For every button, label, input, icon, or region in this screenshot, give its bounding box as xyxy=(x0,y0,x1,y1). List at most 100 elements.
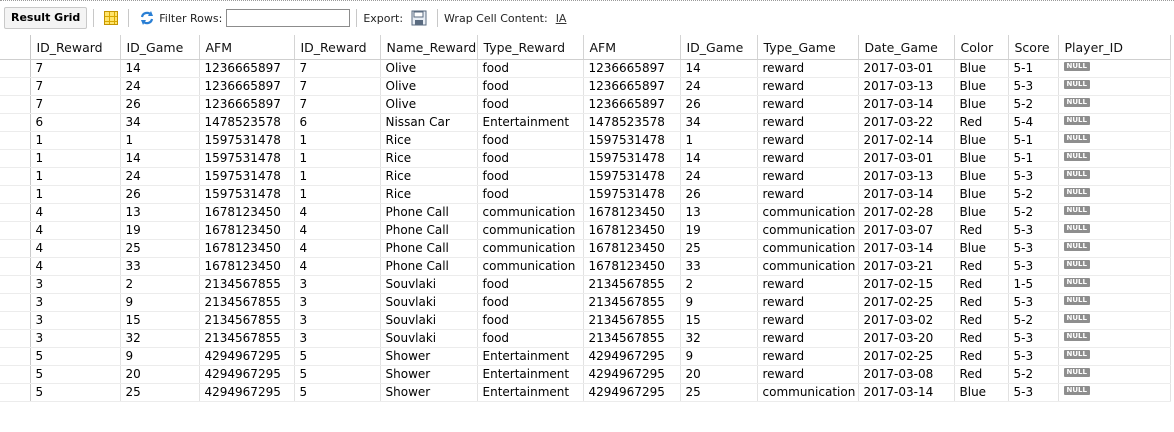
table-row[interactable]: 1 24 1597531478 1 Rice food 1597531478 24 reward… xyxy=(0,167,1171,186)
table-cell[interactable]: 25 xyxy=(680,383,758,402)
table-cell[interactable]: NULL xyxy=(1058,311,1171,330)
table-cell[interactable]: 5 xyxy=(30,365,121,384)
table-cell[interactable]: food xyxy=(477,149,584,168)
table-cell[interactable]: Blue xyxy=(954,203,1009,222)
table-cell[interactable]: food xyxy=(477,131,584,150)
table-cell[interactable]: Entertainment xyxy=(477,347,584,366)
table-cell[interactable]: 32 xyxy=(120,329,200,348)
table-cell[interactable]: 2017-02-14 xyxy=(858,131,955,150)
table-cell[interactable]: 26 xyxy=(120,185,200,204)
table-cell[interactable]: 24 xyxy=(680,167,758,186)
column-header[interactable]: Date_Game xyxy=(858,35,955,60)
table-cell[interactable]: NULL xyxy=(1058,347,1171,366)
table-cell[interactable]: 7 xyxy=(294,95,381,114)
table-cell[interactable]: NULL xyxy=(1058,239,1171,258)
table-cell[interactable]: 4 xyxy=(294,239,381,258)
table-cell[interactable]: 4294967295 xyxy=(583,365,681,384)
table-cell[interactable]: NULL xyxy=(1058,221,1171,240)
table-cell[interactable]: Entertainment xyxy=(477,113,584,132)
table-cell[interactable]: 3 xyxy=(30,275,121,294)
table-cell[interactable]: communication xyxy=(757,203,859,222)
filter-rows-input[interactable] xyxy=(226,9,351,27)
table-cell[interactable]: reward xyxy=(757,149,859,168)
table-cell[interactable]: Red xyxy=(954,257,1009,276)
table-cell[interactable]: Souvlaki xyxy=(380,329,478,348)
table-cell[interactable]: 5-3 xyxy=(1008,347,1059,366)
table-cell[interactable]: Phone Call xyxy=(380,257,478,276)
table-cell[interactable]: 9 xyxy=(120,347,200,366)
table-cell[interactable]: NULL xyxy=(1058,275,1171,294)
table-cell[interactable]: 24 xyxy=(120,77,200,96)
table-cell[interactable]: 2 xyxy=(680,275,758,294)
row-selector[interactable] xyxy=(0,149,31,168)
table-cell[interactable]: 2017-03-13 xyxy=(858,77,955,96)
table-cell[interactable]: 2017-03-22 xyxy=(858,113,955,132)
column-header[interactable]: Type_Reward xyxy=(477,35,584,60)
column-header[interactable]: Type_Game xyxy=(757,35,859,60)
table-cell[interactable]: NULL xyxy=(1058,113,1171,132)
table-cell[interactable]: 5 xyxy=(30,383,121,402)
table-cell[interactable]: 1678123450 xyxy=(199,221,295,240)
table-cell[interactable]: 5-3 xyxy=(1008,257,1059,276)
table-cell[interactable]: 5 xyxy=(30,347,121,366)
refresh-icon[interactable] xyxy=(139,10,155,26)
table-cell[interactable]: 2017-03-14 xyxy=(858,239,955,258)
table-cell[interactable]: 1236665897 xyxy=(199,59,295,78)
table-cell[interactable]: NULL xyxy=(1058,131,1171,150)
table-cell[interactable]: reward xyxy=(757,77,859,96)
column-header[interactable]: ID_Reward xyxy=(30,35,121,60)
table-row[interactable]: 1 14 1597531478 1 Rice food 1597531478 14 reward… xyxy=(0,149,1171,168)
table-cell[interactable]: NULL xyxy=(1058,203,1171,222)
table-row[interactable]: 4 19 1678123450 4 Phone Call communication 167… xyxy=(0,221,1171,240)
table-cell[interactable]: 2134567855 xyxy=(199,329,295,348)
table-cell[interactable]: Red xyxy=(954,329,1009,348)
table-cell[interactable]: Souvlaki xyxy=(380,311,478,330)
table-cell[interactable]: food xyxy=(477,77,584,96)
row-selector[interactable] xyxy=(0,239,31,258)
table-cell[interactable]: 32 xyxy=(680,329,758,348)
table-cell[interactable]: 1 xyxy=(30,185,121,204)
table-cell[interactable]: 9 xyxy=(680,293,758,312)
table-cell[interactable]: 2017-03-21 xyxy=(858,257,955,276)
table-row[interactable]: 4 13 1678123450 4 Phone Call communication 167… xyxy=(0,203,1171,222)
column-header[interactable]: ID_Reward xyxy=(294,35,381,60)
table-cell[interactable]: 2017-03-01 xyxy=(858,59,955,78)
table-cell[interactable]: Souvlaki xyxy=(380,293,478,312)
table-cell[interactable]: 19 xyxy=(680,221,758,240)
table-cell[interactable]: 5-3 xyxy=(1008,77,1059,96)
table-cell[interactable]: 1678123450 xyxy=(199,203,295,222)
table-cell[interactable]: NULL xyxy=(1058,257,1171,276)
table-cell[interactable]: 19 xyxy=(120,221,200,240)
table-cell[interactable]: 3 xyxy=(30,293,121,312)
table-cell[interactable]: 2017-03-20 xyxy=(858,329,955,348)
table-cell[interactable]: reward xyxy=(757,167,859,186)
table-cell[interactable]: food xyxy=(477,185,584,204)
table-cell[interactable]: 14 xyxy=(120,149,200,168)
table-row[interactable]: 3 15 2134567855 3 Souvlaki food 2134567855 15 re… xyxy=(0,311,1171,330)
table-cell[interactable]: 2134567855 xyxy=(199,293,295,312)
table-cell[interactable]: 34 xyxy=(680,113,758,132)
table-row[interactable]: 3 9 2134567855 3 Souvlaki food 2134567855 9 rewa… xyxy=(0,293,1171,312)
table-row[interactable]: 7 26 1236665897 7 Olive food 1236665897 26 rewar… xyxy=(0,95,1171,114)
table-cell[interactable]: 5-3 xyxy=(1008,239,1059,258)
table-cell[interactable]: 7 xyxy=(294,77,381,96)
column-header[interactable]: Player_ID xyxy=(1058,35,1171,60)
table-cell[interactable]: 26 xyxy=(680,95,758,114)
table-cell[interactable]: 1597531478 xyxy=(583,131,681,150)
table-cell[interactable]: 2017-03-13 xyxy=(858,167,955,186)
table-cell[interactable]: NULL xyxy=(1058,185,1171,204)
table-cell[interactable]: Red xyxy=(954,275,1009,294)
table-row[interactable]: 4 33 1678123450 4 Phone Call communication 167… xyxy=(0,257,1171,276)
row-selector[interactable] xyxy=(0,167,31,186)
table-cell[interactable]: 2017-03-14 xyxy=(858,95,955,114)
table-cell[interactable]: food xyxy=(477,59,584,78)
table-cell[interactable]: 5-4 xyxy=(1008,113,1059,132)
table-cell[interactable]: food xyxy=(477,95,584,114)
table-cell[interactable]: Shower xyxy=(380,347,478,366)
table-cell[interactable]: 1 xyxy=(30,167,121,186)
table-row[interactable]: 5 9 4294967295 5 Shower Entertainment 42949672… xyxy=(0,347,1171,366)
table-cell[interactable]: 2134567855 xyxy=(583,275,681,294)
table-cell[interactable]: Olive xyxy=(380,59,478,78)
table-cell[interactable]: NULL xyxy=(1058,383,1171,402)
table-cell[interactable]: 2017-02-15 xyxy=(858,275,955,294)
